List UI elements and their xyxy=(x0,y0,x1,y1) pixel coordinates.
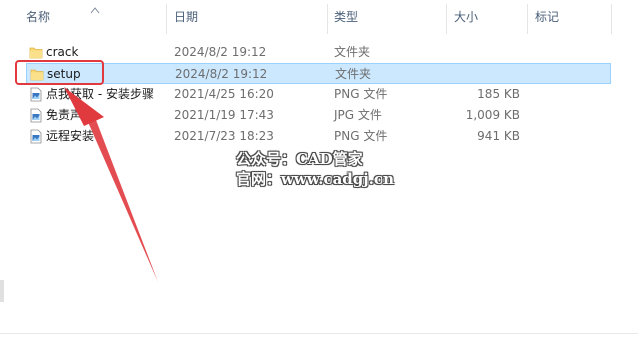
watermark-wechat: 公众号：CAD管家 xyxy=(236,150,363,168)
watermark-website: 官网：www.cadgj.cn xyxy=(236,170,394,188)
scrollbar-fragment[interactable] xyxy=(0,280,4,302)
divider xyxy=(0,333,638,334)
